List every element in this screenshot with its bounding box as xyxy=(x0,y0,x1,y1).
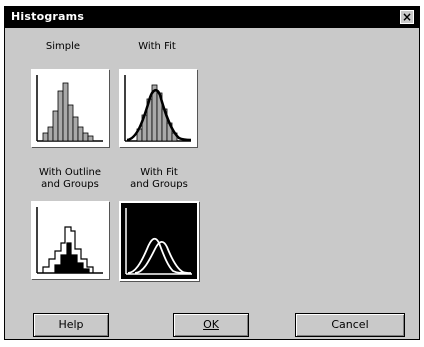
histogram-fit-icon xyxy=(124,75,192,142)
histograms-dialog: Histograms × Simple With Fit With Outlin… xyxy=(4,6,420,340)
ok-button-label: OK xyxy=(203,318,219,331)
help-button-label: Help xyxy=(58,318,84,331)
option-simple-label: Simple xyxy=(45,41,81,52)
option-simple[interactable]: Simple xyxy=(31,41,95,53)
close-icon: × xyxy=(401,10,413,24)
option-fit-groups[interactable]: With Fit and Groups xyxy=(119,167,199,191)
option-with-fit-label: With Fit xyxy=(138,41,176,52)
option-fit-groups-thumbnail[interactable] xyxy=(119,201,199,281)
close-button[interactable]: × xyxy=(400,10,414,24)
window-title: Histograms xyxy=(11,10,85,23)
option-fit-groups-label: With Fit and Groups xyxy=(130,167,188,190)
option-outline-groups-label: With Outline and Groups xyxy=(38,167,102,190)
option-with-fit-thumbnail[interactable] xyxy=(119,69,197,147)
histogram-outline-icon xyxy=(36,207,103,274)
help-button[interactable]: Help xyxy=(33,313,109,337)
option-with-fit[interactable]: With Fit xyxy=(119,41,195,53)
cancel-button[interactable]: Cancel xyxy=(295,313,405,337)
histogram-fit-groups-icon xyxy=(125,208,192,275)
histogram-simple-icon xyxy=(36,75,103,142)
title-bar[interactable]: Histograms × xyxy=(5,7,419,28)
option-simple-thumbnail[interactable] xyxy=(31,69,109,147)
cancel-button-label: Cancel xyxy=(331,318,369,331)
ok-button[interactable]: OK xyxy=(173,313,249,337)
option-outline-groups[interactable]: With Outline and Groups xyxy=(23,167,117,191)
option-outline-groups-thumbnail[interactable] xyxy=(31,201,109,279)
